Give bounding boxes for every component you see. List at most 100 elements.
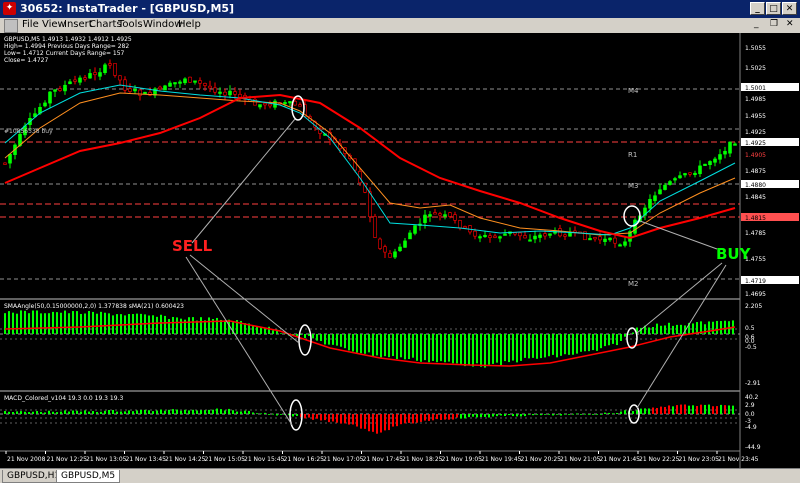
- menu-window[interactable]: Window: [143, 19, 182, 30]
- candle-body: [518, 232, 522, 237]
- price-tag: 1.4880: [745, 182, 766, 189]
- candle-body: [438, 213, 442, 216]
- macd-bar: [592, 414, 594, 415]
- candle-body: [683, 173, 687, 176]
- macd-bar: [296, 414, 298, 416]
- macd-bar: [72, 410, 74, 414]
- macd-bar: [52, 411, 54, 414]
- sma-bar: [632, 332, 634, 334]
- time-tick: 21 Nov 13:05: [86, 456, 127, 463]
- sma-bar: [148, 315, 150, 334]
- sma-bar: [252, 325, 254, 334]
- chart-canvas[interactable]: GBPUSD,M5 1.4913 1.4932 1.4912 1.4925 Hi…: [0, 33, 800, 468]
- macd-bar: [60, 411, 62, 414]
- macd-bar: [720, 404, 722, 414]
- mdi-restore-button[interactable]: ❐: [770, 19, 778, 29]
- sma-bar: [520, 334, 522, 361]
- sma-bar: [16, 313, 18, 334]
- macd-bar: [568, 414, 570, 415]
- minimize-button[interactable]: _: [750, 2, 765, 15]
- candle-body: [703, 163, 707, 166]
- info-high: High= 1.4994 Previous Days Range= 282: [4, 43, 129, 50]
- macd-bar: [32, 411, 34, 414]
- sma-bar: [660, 325, 662, 334]
- macd-bar: [148, 410, 150, 414]
- macd-bar: [96, 411, 98, 414]
- buy-circle-price: [623, 205, 641, 227]
- mdi-minimize-button[interactable]: _: [754, 19, 759, 29]
- menu-help[interactable]: Help: [178, 19, 201, 30]
- sma-bar: [76, 311, 78, 334]
- candle-body: [53, 89, 57, 92]
- candle-body: [268, 103, 272, 107]
- maximize-button[interactable]: □: [766, 2, 781, 15]
- sma-bar: [584, 334, 586, 352]
- macd-bar: [712, 406, 714, 414]
- sma-bar: [376, 334, 378, 356]
- candle-body: [258, 104, 262, 108]
- menu-tools[interactable]: Tools: [118, 19, 143, 30]
- candle-body: [8, 153, 12, 164]
- sma-bar: [500, 334, 502, 365]
- sma-bar: [188, 317, 190, 334]
- sma-bar: [164, 315, 166, 334]
- document-icon[interactable]: [4, 19, 18, 33]
- candle-body: [383, 246, 387, 253]
- sma-bar: [40, 313, 42, 334]
- sma-bar: [560, 334, 562, 356]
- macd-bar: [544, 414, 546, 415]
- candle-body: [413, 225, 417, 234]
- macd-bar: [120, 411, 122, 414]
- sma-bar: [32, 310, 34, 334]
- time-tick: 21 Nov 21:05: [560, 456, 601, 463]
- macd-bar: [440, 414, 442, 420]
- candle-body: [168, 82, 172, 87]
- macd-bar: [452, 414, 454, 420]
- sma-bar: [12, 312, 14, 334]
- candle-body: [48, 91, 52, 104]
- macd-bar: [476, 414, 478, 418]
- candle-body: [223, 91, 227, 96]
- macd-tick: 0.0: [745, 411, 755, 418]
- macd-bar: [368, 414, 370, 432]
- price-tick: 1.4785: [745, 230, 766, 237]
- sma-bar: [452, 334, 454, 364]
- macd-bar: [576, 413, 578, 415]
- time-tick: 21 Nov 19:05: [442, 456, 483, 463]
- sma-bar: [668, 322, 670, 334]
- macd-tick: 40.2: [745, 394, 759, 401]
- sell-line-price: [191, 118, 296, 244]
- sma-bar: [608, 334, 610, 346]
- chart-window[interactable]: GBPUSD,M5 1.4913 1.4932 1.4912 1.4925 Hi…: [0, 33, 800, 468]
- time-tick: 21 Nov 19:45: [481, 456, 522, 463]
- candle-body: [213, 87, 217, 93]
- pivot-label-m3: M3: [628, 182, 639, 190]
- sma-bar: [56, 312, 58, 334]
- tab-gbpusd-m5[interactable]: GBPUSD,M5: [56, 470, 121, 483]
- buy-annotation: BUY: [716, 245, 752, 263]
- macd-bar: [484, 414, 486, 417]
- macd-bar: [644, 408, 646, 414]
- macd-bar: [128, 410, 130, 414]
- menu-file[interactable]: File: [22, 19, 39, 30]
- sma-bar: [268, 326, 270, 334]
- sma-bar: [92, 311, 94, 334]
- macd-bar: [648, 408, 650, 414]
- macd-bar: [424, 414, 426, 421]
- menu-charts[interactable]: Charts: [89, 19, 122, 30]
- candle-body: [78, 77, 82, 83]
- sma-bar: [528, 334, 530, 359]
- candle-body: [498, 236, 502, 239]
- macd-bar: [416, 414, 418, 423]
- candle-body: [398, 246, 402, 252]
- close-button[interactable]: ✕: [782, 2, 797, 15]
- sma-bar: [576, 334, 578, 354]
- sma-bar: [8, 311, 10, 334]
- candle-body: [658, 189, 662, 195]
- sma-bar: [440, 334, 442, 362]
- time-tick: 21 Nov 17:45: [363, 456, 404, 463]
- candle-body: [668, 181, 672, 185]
- sma-bar: [624, 334, 626, 337]
- menu-view[interactable]: View: [42, 19, 66, 30]
- mdi-close-button[interactable]: ✕: [786, 19, 794, 29]
